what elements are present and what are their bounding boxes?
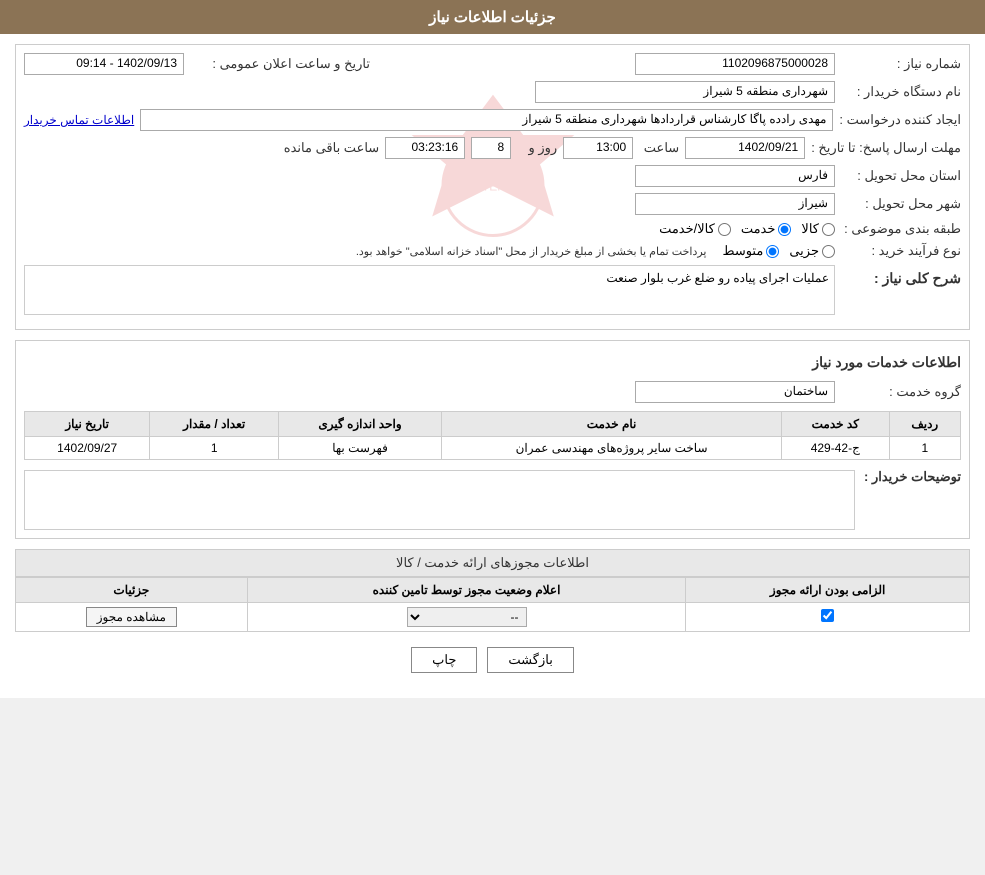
radio-mottavaset-input[interactable]	[766, 245, 779, 258]
radio-mottavaset-label: متوسط	[722, 243, 763, 259]
col-date: تاریخ نیاز	[25, 412, 150, 437]
page-wrapper: جزئیات اطلاعات نیاز ANA TENDER شماره نیا…	[0, 0, 985, 698]
deadline-time: 13:00	[563, 137, 633, 159]
category-radio-group: کالا خدمت کالا/خدمت	[659, 221, 835, 237]
province-value: فارس	[635, 165, 835, 187]
back-button[interactable]: بازگشت	[487, 647, 573, 673]
radio-kala-label: کالا	[801, 221, 819, 237]
radio-khedmat: خدمت	[741, 221, 792, 237]
radio-kala: کالا	[801, 221, 835, 237]
category-label: طبقه بندی موضوعی :	[841, 221, 961, 237]
radio-kala-khedmat-label: کالا/خدمت	[659, 221, 715, 237]
col-qty: تعداد / مقدار	[150, 412, 279, 437]
row-purchase-type: نوع فرآیند خرید : جزیی متوسط پرداخت تمام…	[24, 243, 961, 259]
need-number-value: 1102096875000028	[635, 53, 835, 75]
permit-col-status: اعلام وضعیت مجوز توسط تامین کننده	[247, 578, 686, 603]
row-province: استان محل تحویل : فارس	[24, 165, 961, 187]
city-value: شیراز	[635, 193, 835, 215]
permit-status: --	[247, 603, 686, 632]
deadline-time-label: ساعت	[639, 140, 679, 156]
announce-time-value: 1402/09/13 - 09:14	[24, 53, 184, 75]
buyer-dept-value: شهرداری منطقه 5 شیراز	[535, 81, 835, 103]
cell-qty: 1	[150, 437, 279, 460]
creator-label: ایجاد کننده درخواست :	[839, 112, 961, 128]
city-label: شهر محل تحویل :	[841, 196, 961, 212]
permit-header: اطلاعات مجوزهای ارائه خدمت / کالا	[15, 549, 970, 577]
need-desc-label: شرح کلی نیاز :	[841, 265, 961, 292]
page-title: جزئیات اطلاعات نیاز	[429, 9, 556, 26]
action-buttons: بازگشت چاپ	[15, 647, 970, 673]
radio-jozyi-label: جزیی	[789, 243, 819, 259]
creator-link[interactable]: اطلاعات تماس خریدار	[24, 113, 134, 127]
table-row: -- مشاهده مجوز	[16, 603, 970, 632]
main-content: ANA TENDER شماره نیاز : 1102096875000028…	[0, 34, 985, 698]
col-code: کد خدمت	[781, 412, 889, 437]
need-number-label: شماره نیاز :	[841, 56, 961, 72]
row-category: طبقه بندی موضوعی : کالا خدمت کالا/خدم	[24, 221, 961, 237]
row-need-number: شماره نیاز : 1102096875000028 تاریخ و سا…	[24, 53, 961, 75]
cell-row: 1	[889, 437, 960, 460]
purchase-type-label: نوع فرآیند خرید :	[841, 243, 961, 259]
deadline-date: 1402/09/21	[685, 137, 805, 159]
permit-col-required: الزامی بودن ارائه مجوز	[686, 578, 970, 603]
deadline-days: 8	[471, 137, 511, 159]
deadline-remaining: 03:23:16	[385, 137, 465, 159]
permit-col-details: جزئیات	[16, 578, 248, 603]
col-row: ردیف	[889, 412, 960, 437]
radio-jozyi-input[interactable]	[822, 245, 835, 258]
row-need-desc: شرح کلی نیاز : عملیات اجرای پیاده رو ضلع…	[24, 265, 961, 315]
radio-khedmat-input[interactable]	[778, 223, 791, 236]
buyer-notes-label: توضیحات خریدار :	[861, 465, 961, 485]
announce-time-label: تاریخ و ساعت اعلان عمومی :	[190, 56, 370, 72]
buyer-dept-label: نام دستگاه خریدار :	[841, 84, 961, 100]
deadline-label: مهلت ارسال پاسخ: تا تاریخ :	[811, 140, 961, 156]
row-city: شهر محل تحویل : شیراز	[24, 193, 961, 215]
need-desc-value: عملیات اجرای پیاده رو ضلع غرب بلوار صنعت	[24, 265, 835, 315]
buyer-notes-row: توضیحات خریدار :	[24, 465, 961, 530]
cell-name: ساخت سایر پروژه‌های مهندسی عمران	[442, 437, 782, 460]
radio-mottavaset: متوسط	[722, 243, 779, 259]
group-label: گروه خدمت :	[841, 384, 961, 400]
radio-kala-khedmat-input[interactable]	[718, 223, 731, 236]
row-buyer-dept: نام دستگاه خریدار : شهرداری منطقه 5 شیرا…	[24, 81, 961, 103]
deadline-days-label: روز و	[517, 140, 557, 156]
permit-table: الزامی بودن ارائه مجوز اعلام وضعیت مجوز …	[15, 577, 970, 632]
row-deadline: مهلت ارسال پاسخ: تا تاریخ : 1402/09/21 س…	[24, 137, 961, 159]
cell-unit: فهرست بها	[279, 437, 442, 460]
row-group: گروه خدمت : ساختمان	[24, 381, 961, 403]
permit-required-checkbox[interactable]	[821, 609, 834, 622]
radio-kala-input[interactable]	[822, 223, 835, 236]
col-unit: واحد اندازه گیری	[279, 412, 442, 437]
creator-value: مهدی رادده پاگا کارشناس قراردادها شهردار…	[140, 109, 833, 131]
radio-kala-khedmat: کالا/خدمت	[659, 221, 731, 237]
deadline-remaining-label: ساعت باقی مانده	[279, 140, 379, 156]
services-section: اطلاعات خدمات مورد نیاز گروه خدمت : ساخت…	[15, 340, 970, 539]
cell-date: 1402/09/27	[25, 437, 150, 460]
info-section: ANA TENDER شماره نیاز : 1102096875000028…	[15, 44, 970, 330]
permit-details: مشاهده مجوز	[16, 603, 248, 632]
print-button[interactable]: چاپ	[411, 647, 477, 673]
permit-status-select[interactable]: --	[407, 607, 527, 627]
radio-jozyi: جزیی	[789, 243, 835, 259]
col-name: نام خدمت	[442, 412, 782, 437]
view-permit-button[interactable]: مشاهده مجوز	[86, 607, 177, 627]
permit-required	[686, 603, 970, 632]
permit-section: اطلاعات مجوزهای ارائه خدمت / کالا الزامی…	[15, 549, 970, 632]
province-label: استان محل تحویل :	[841, 168, 961, 184]
radio-khedmat-label: خدمت	[741, 221, 776, 237]
cell-code: ج-42-429	[781, 437, 889, 460]
purchase-type-radio-group: جزیی متوسط	[722, 243, 835, 259]
service-table: ردیف کد خدمت نام خدمت واحد اندازه گیری ت…	[24, 411, 961, 460]
page-header: جزئیات اطلاعات نیاز	[0, 0, 985, 34]
purchase-type-desc: پرداخت تمام یا بخشی از مبلغ خریدار از مح…	[356, 245, 707, 258]
table-row: 1 ج-42-429 ساخت سایر پروژه‌های مهندسی عم…	[25, 437, 961, 460]
buyer-notes-box	[24, 470, 855, 530]
services-title: اطلاعات خدمات مورد نیاز	[24, 349, 961, 376]
form-fields: شماره نیاز : 1102096875000028 تاریخ و سا…	[24, 53, 961, 315]
row-creator: ایجاد کننده درخواست : مهدی رادده پاگا کا…	[24, 109, 961, 131]
group-value: ساختمان	[635, 381, 835, 403]
